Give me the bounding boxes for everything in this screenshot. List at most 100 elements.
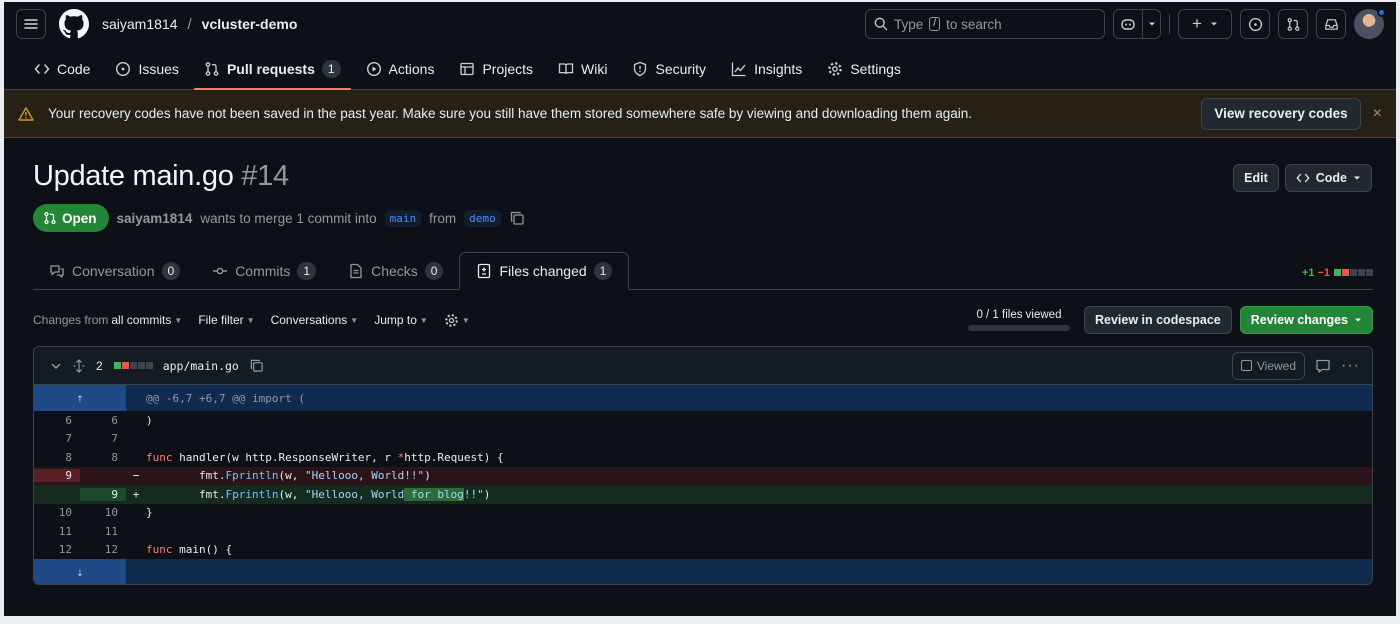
repo-nav-issues[interactable]: Issues xyxy=(105,50,188,88)
changes-from-dropdown[interactable]: Changes from all commits ▼ xyxy=(33,313,182,327)
old-line-number[interactable]: 12 xyxy=(34,543,80,556)
jump-to-dropdown[interactable]: Jump to ▼ xyxy=(374,313,428,327)
checklist-icon xyxy=(350,263,362,278)
conversations-dropdown[interactable]: Conversations ▼ xyxy=(271,313,359,327)
copilot-dropdown-button[interactable] xyxy=(1143,9,1161,39)
code-dropdown-button[interactable]: Code xyxy=(1284,164,1372,192)
pr-author-link[interactable]: saiyam1814 xyxy=(117,211,193,226)
repo-nav-actions[interactable]: Actions xyxy=(356,50,445,88)
graph-icon xyxy=(731,62,746,77)
tab-conversation[interactable]: Conversation 0 xyxy=(33,252,196,289)
copilot-icon xyxy=(1121,19,1135,30)
status-badge: Open xyxy=(33,204,109,232)
diff-sign: − xyxy=(132,469,140,483)
repo-nav-insights[interactable]: Insights xyxy=(721,50,812,88)
github-logo[interactable] xyxy=(58,8,90,40)
expand-down-icon[interactable]: ⇣ xyxy=(34,559,126,584)
repo-nav-security[interactable]: Security xyxy=(622,50,716,88)
review-in-codespace-button[interactable]: Review in codespace xyxy=(1083,306,1232,334)
create-new-button[interactable]: + xyxy=(1178,9,1232,39)
pull-request-icon xyxy=(1287,17,1299,31)
viewed-label: Viewed xyxy=(1256,358,1297,373)
repo-nav-wiki[interactable]: Wiki xyxy=(548,50,617,88)
diff-context-row: 10 10} xyxy=(34,504,1372,523)
copilot-button[interactable] xyxy=(1113,9,1143,39)
hunk-header-row: ⇡ @@ -6,7 +6,7 @@ import ( xyxy=(34,385,1372,411)
new-line-number[interactable]: 10 xyxy=(80,506,126,519)
changes-from-value: all commits xyxy=(111,313,172,327)
tab-checks[interactable]: Checks 0 xyxy=(332,252,459,289)
chevron-down-icon[interactable] xyxy=(50,360,62,372)
github-icon xyxy=(59,9,89,39)
recovery-codes-banner: Your recovery codes have not been saved … xyxy=(4,90,1396,138)
edit-button[interactable]: Edit xyxy=(1233,164,1279,192)
new-line-number[interactable]: 9 xyxy=(80,487,126,501)
repo-nav-settings[interactable]: Settings xyxy=(817,50,911,88)
old-line-number[interactable]: 7 xyxy=(34,432,80,445)
pull-requests-count: 1 xyxy=(321,60,341,78)
file-diffstat-bar xyxy=(113,362,153,369)
menu-button[interactable] xyxy=(16,9,46,39)
tab-files-changed[interactable]: Files changed 1 xyxy=(459,252,630,290)
copy-icon[interactable] xyxy=(249,358,264,373)
breadcrumb-owner[interactable]: saiyam1814 xyxy=(102,16,178,32)
tab-label: Conversation xyxy=(72,262,155,279)
new-line-number[interactable]: 6 xyxy=(80,414,126,427)
repo-nav-code[interactable]: Code xyxy=(24,50,100,88)
old-line-number[interactable]: 6 xyxy=(34,414,80,427)
review-changes-button[interactable]: Review changes xyxy=(1239,306,1373,334)
breadcrumb-repo[interactable]: vcluster-demo xyxy=(202,16,298,32)
new-line-number[interactable]: 8 xyxy=(80,451,126,464)
pulls-shortcut-button[interactable] xyxy=(1278,9,1308,39)
repo-nav-label: Insights xyxy=(754,61,803,77)
repo-nav-pull-requests[interactable]: Pull requests 1 xyxy=(193,50,351,90)
new-line-number[interactable]: 12 xyxy=(80,543,126,556)
old-line-number[interactable]: 9 xyxy=(34,469,80,483)
old-line-number[interactable]: 10 xyxy=(34,506,80,519)
shield-icon xyxy=(634,61,647,77)
viewed-checkbox[interactable]: Viewed xyxy=(1231,351,1306,380)
unfold-icon[interactable] xyxy=(72,358,86,373)
new-line-number[interactable]: 11 xyxy=(80,525,126,538)
base-branch[interactable]: main xyxy=(384,209,422,227)
chevron-down-icon: ▼ xyxy=(461,315,470,325)
diff-context-row: 77 xyxy=(34,430,1372,449)
code-line: fmt.Fprintln(w, "Hellooo, World for blog… xyxy=(146,487,491,501)
view-recovery-codes-button[interactable]: View recovery codes xyxy=(1201,97,1361,130)
repo-nav-projects[interactable]: Projects xyxy=(449,50,543,88)
conversations-label: Conversations xyxy=(270,313,348,327)
diff-context-row: 12 12 func main() { xyxy=(34,541,1372,560)
close-icon[interactable]: × xyxy=(1373,105,1382,123)
kebab-menu-icon[interactable]: ··· xyxy=(1341,357,1360,375)
old-line-number[interactable]: 8 xyxy=(34,451,80,464)
old-line-number[interactable]: 11 xyxy=(34,525,80,538)
alert-icon xyxy=(18,106,34,121)
file-filter-dropdown[interactable]: File filter ▼ xyxy=(198,313,254,327)
inbox-button[interactable] xyxy=(1316,9,1346,39)
play-icon xyxy=(366,61,381,77)
copy-icon[interactable] xyxy=(509,210,525,226)
search-input[interactable]: Type / to search xyxy=(865,9,1105,39)
head-branch[interactable]: demo xyxy=(464,209,501,227)
jump-to-label: Jump to xyxy=(374,313,417,327)
chevron-down-icon xyxy=(1210,22,1217,26)
diff-addition-row: 9 + fmt.Fprintln(w, "Hellooo, World for b… xyxy=(34,485,1372,504)
pr-tabs: Conversation 0 Commits 1 Checks 0 Files … xyxy=(33,252,1373,290)
diff-settings-dropdown[interactable]: ▼ xyxy=(444,313,470,328)
expand-up-icon[interactable]: ⇡ xyxy=(34,385,126,411)
pull-request-icon xyxy=(44,211,56,225)
new-line-number[interactable]: 7 xyxy=(80,432,126,445)
file-change-count: 2 xyxy=(96,358,103,373)
tab-count: 1 xyxy=(297,261,317,280)
plus-icon: + xyxy=(1192,14,1202,33)
comment-icon[interactable] xyxy=(1315,358,1331,374)
file-path[interactable]: app/main.go xyxy=(163,359,239,373)
tab-commits[interactable]: Commits 1 xyxy=(196,252,332,289)
search-icon xyxy=(874,17,888,31)
code-icon xyxy=(34,64,50,74)
avatar[interactable] xyxy=(1354,8,1386,39)
header-divider xyxy=(1169,14,1170,34)
issues-shortcut-button[interactable] xyxy=(1240,9,1270,39)
commit-icon xyxy=(213,267,228,274)
chevron-down-icon: ▼ xyxy=(246,315,255,325)
